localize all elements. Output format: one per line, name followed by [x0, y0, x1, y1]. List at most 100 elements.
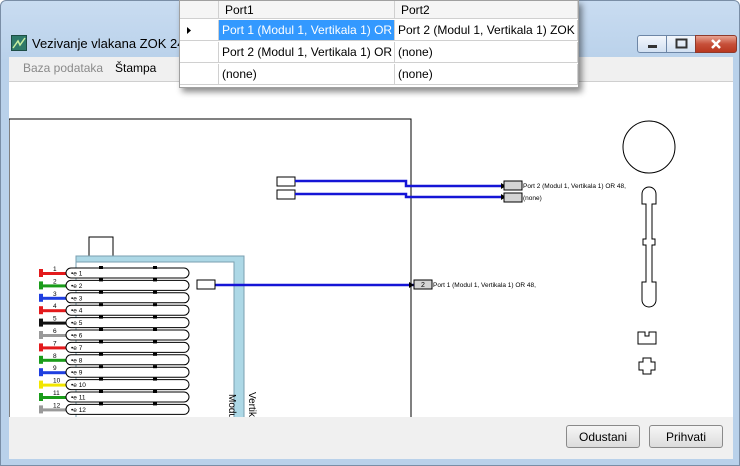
fiber-tube — [65, 292, 190, 304]
fiber-tick — [99, 352, 103, 356]
connector-icon — [637, 331, 657, 345]
fiber-number: 2 — [53, 278, 57, 285]
fiber-list: 1•e 12•e 23•e 34•e 45•e 56•e 67•e 78•e 8… — [39, 266, 190, 415]
connection-diagram: Vertik Modu 1•e 12•e 23•e 34•e 45•e 56•e… — [9, 118, 676, 418]
cancel-button[interactable]: Odustani — [566, 425, 640, 448]
fiber-tube-label: •e 1 — [71, 271, 83, 278]
grid-cell-port2[interactable]: Port 2 (Modul 1, Vertikala 1) ZOK 24, — [395, 20, 578, 41]
fiber-row[interactable]: 7 •e 7 — [39, 340, 190, 353]
grid-cell-port1[interactable]: Port 1 (Modul 1, Vertikala 1) OR 48, — [219, 20, 395, 41]
fiber-marker — [39, 393, 43, 401]
fiber-tick — [99, 266, 103, 269]
fiber-tick — [153, 377, 157, 381]
fiber-tick — [99, 328, 103, 331]
window-title: Vezivanje vlakana ZOK 24, — [32, 36, 189, 51]
fiber-tick — [153, 365, 157, 369]
fiber-row[interactable]: 11 •e 11 — [39, 390, 190, 403]
fiber-number: 3 — [53, 291, 57, 298]
grid-cell-port1[interactable]: (none) — [219, 64, 395, 85]
port-label-3: Port 1 (Modul 1, Vertikala 1) OR 48, — [433, 282, 536, 289]
fiber-row[interactable]: 8 •e 8 — [39, 352, 190, 366]
fiber-marker — [39, 368, 43, 377]
input-box-1[interactable] — [276, 176, 296, 187]
column-header-port1[interactable]: Port1 — [219, 1, 395, 19]
menu-database[interactable]: Baza podataka — [23, 61, 103, 75]
fiber-number: 4 — [53, 303, 57, 310]
grid-row[interactable]: Port 1 (Modul 1, Vertikala 1) OR 48, Por… — [180, 20, 578, 42]
port-box-number: 2 — [421, 282, 425, 289]
fiber-tube-label: •e 4 — [71, 308, 83, 315]
fiber-tube-label: •e 11 — [71, 395, 86, 402]
fiber-row[interactable]: 4 •e 4 — [39, 303, 190, 316]
port-label-1: Port 2 (Modul 1, Vertikala 1) OR 48, — [523, 183, 626, 190]
fiber-tick — [153, 390, 157, 393]
fiber-row[interactable]: 2 •e 2 — [39, 278, 190, 291]
fiber-marker — [39, 405, 43, 414]
fiber-tick — [153, 315, 157, 319]
closure-circle-icon — [622, 120, 676, 174]
fiber-row[interactable]: 3 •e 3 — [39, 290, 190, 304]
grid-cell-port1[interactable]: Port 2 (Modul 1, Vertikala 1) OR 48, — [219, 42, 395, 63]
fiber-tube — [65, 341, 190, 353]
accept-button[interactable]: Prihvati — [649, 425, 723, 448]
column-header-port2[interactable]: Port2 — [395, 1, 578, 19]
fiber-tube-label: •e 2 — [71, 283, 83, 290]
closure-body-icon — [641, 186, 657, 308]
fiber-tube — [65, 354, 190, 366]
fiber-marker — [39, 380, 43, 389]
fiber-tick — [153, 303, 157, 307]
menu-print[interactable]: Štampa — [115, 61, 156, 75]
fiber-tick — [99, 290, 103, 294]
fiber-marker — [39, 269, 43, 277]
app-icon — [11, 35, 27, 51]
fiber-marker — [39, 293, 43, 302]
fiber-marker — [39, 318, 43, 327]
row-header[interactable] — [180, 42, 219, 63]
close-button[interactable] — [695, 35, 737, 53]
row-header[interactable] — [180, 64, 219, 85]
splice-box[interactable] — [196, 279, 216, 290]
minimize-icon — [648, 45, 657, 48]
fiber-number: 5 — [53, 316, 57, 323]
fiber-tick — [99, 377, 103, 381]
fiber-tube-label: •e 6 — [71, 333, 83, 340]
fiber-tube-label: •e 12 — [71, 407, 86, 414]
fiber-number: 12 — [53, 402, 61, 409]
fiber-row[interactable]: 6 •e 6 — [39, 328, 190, 341]
fiber-tick — [153, 340, 157, 344]
diagram-canvas[interactable]: Vertik Modu 1 •e 1 2 •e 2 3 •e 3 4 •e 4 5 •e 5 6 •e… — [9, 81, 733, 418]
grid-cell-port2[interactable]: (none) — [395, 64, 578, 85]
fiber-tube-label: •e 5 — [71, 320, 83, 327]
fiber-row[interactable]: 9 •e 9 — [39, 365, 190, 378]
fiber-number: 1 — [53, 266, 57, 273]
minimize-button[interactable] — [637, 35, 667, 53]
maximize-icon — [675, 38, 688, 49]
fiber-tube — [65, 267, 190, 279]
fiber-tube — [65, 279, 190, 291]
fiber-row[interactable]: 5 •e 5 — [39, 315, 190, 329]
fiber-tube-label: •e 8 — [71, 357, 83, 364]
row-header[interactable] — [180, 20, 219, 41]
fiber-tick — [99, 315, 103, 319]
grid-row[interactable]: (none) (none) — [180, 64, 578, 86]
fiber-number: 8 — [53, 353, 57, 360]
fiber-number: 9 — [53, 365, 57, 372]
link-line-1 — [295, 179, 501, 188]
fiber-tube-label: •e 3 — [71, 295, 83, 302]
fiber-number: 11 — [53, 390, 60, 397]
port-grid-dropdown: Port1 Port2 Port 1 (Modul 1, Vertikala 1… — [179, 0, 579, 88]
port-box-2[interactable] — [503, 192, 523, 203]
input-box-2[interactable] — [276, 189, 296, 200]
fiber-row[interactable]: 10 •e 10 — [39, 377, 190, 391]
fiber-row[interactable]: 1 •e 1 — [39, 266, 190, 279]
vertical-label: Vertik — [246, 392, 257, 418]
coupler-icon — [638, 357, 656, 375]
fiber-marker — [39, 331, 43, 339]
port-box-1[interactable] — [503, 180, 523, 191]
fiber-tick — [99, 340, 103, 344]
grid-row[interactable]: Port 2 (Modul 1, Vertikala 1) OR 48, (no… — [180, 42, 578, 64]
grid-cell-port2[interactable]: (none) — [395, 42, 578, 63]
grid-corner — [180, 1, 219, 19]
fiber-row[interactable]: 12 •e 12 — [39, 402, 190, 415]
maximize-button[interactable] — [666, 35, 696, 53]
